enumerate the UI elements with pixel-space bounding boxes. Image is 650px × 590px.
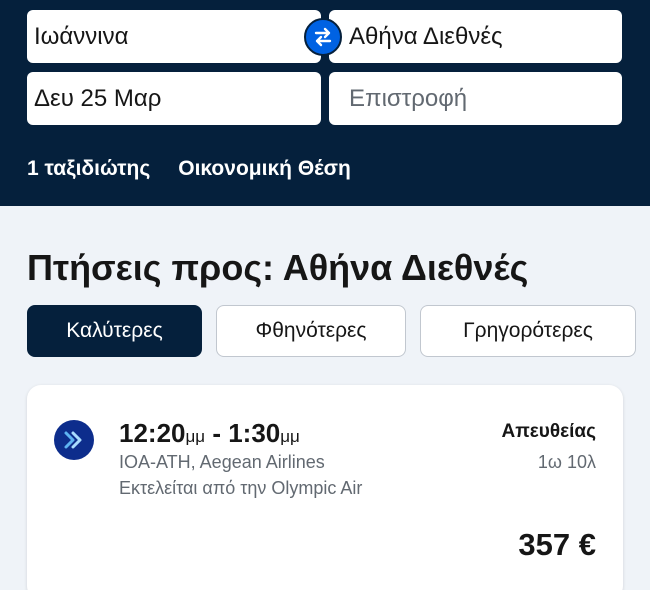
flight-result-card[interactable]: 12:20μμ - 1:30μμ IOA-ATH, Aegean Airline… — [27, 385, 623, 590]
flight-times: 12:20μμ - 1:30μμ — [119, 418, 300, 449]
operated-by: Εκτελείται από την Olympic Air — [119, 478, 363, 498]
swap-locations-button[interactable] — [304, 18, 342, 56]
arrive-ampm: μμ — [280, 427, 300, 446]
flight-price: 357 € — [518, 527, 596, 562]
return-date-placeholder: Επιστροφή — [349, 84, 468, 112]
cabin-class-selector[interactable]: Οικονομική Θέση — [178, 157, 351, 181]
origin-field[interactable]: Ιωάννινα — [27, 10, 321, 63]
destination-value: Αθήνα Διεθνές — [349, 22, 503, 50]
sort-tabs: Καλύτερες Φθηνότερες Γρηγορότερες — [0, 305, 650, 359]
flight-duration: 1ω 10λ — [537, 452, 596, 472]
chevron-right-double-icon — [64, 431, 82, 449]
depart-time: 12:20 — [119, 418, 186, 448]
page-title: Πτήσεις προς: Αθήνα Διεθνές — [27, 247, 529, 288]
origin-value: Ιωάννινα — [34, 22, 129, 50]
search-header: Ιωάννινα Αθήνα Διεθνές Δευ 25 Μαρ Επιστρ… — [0, 0, 650, 206]
depart-date-field[interactable]: Δευ 25 Μαρ — [27, 72, 321, 125]
tab-fastest[interactable]: Γρηγορότερες — [420, 305, 636, 357]
tab-cheapest[interactable]: Φθηνότερες — [216, 305, 406, 357]
arrive-time: 1:30 — [228, 418, 281, 448]
destination-field[interactable]: Αθήνα Διεθνές — [329, 10, 622, 63]
time-separator: - — [205, 418, 229, 448]
depart-date-value: Δευ 25 Μαρ — [34, 84, 162, 112]
aegean-chevron-icon — [54, 420, 94, 460]
swap-arrows-icon — [314, 27, 332, 47]
tab-best[interactable]: Καλύτερες — [27, 305, 202, 357]
return-date-field[interactable]: Επιστροφή — [329, 72, 622, 125]
route-airline: IOA-ATH, Aegean Airlines — [119, 452, 325, 472]
travellers-selector[interactable]: 1 ταξιδιώτης — [27, 157, 150, 181]
stops-label: Απευθείας — [501, 421, 596, 442]
depart-ampm: μμ — [185, 427, 206, 446]
travel-options: 1 ταξιδιώτης Οικονομική Θέση — [27, 157, 351, 181]
